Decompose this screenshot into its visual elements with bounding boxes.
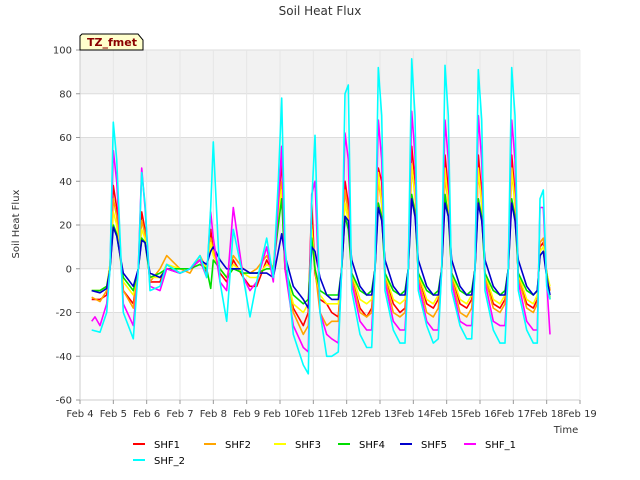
background-band — [80, 356, 580, 400]
legend-label: SHF1 — [154, 440, 180, 451]
x-axis-title: Time — [553, 425, 578, 436]
background-band — [80, 181, 580, 225]
x-tick-label: Feb 16 — [463, 409, 497, 420]
x-tick-label: Feb 14 — [397, 409, 431, 420]
y-axis-title: Soil Heat Flux — [11, 189, 22, 258]
x-tick-label: Feb 13 — [363, 409, 397, 420]
y-tick-label: -40 — [56, 352, 72, 363]
y-tick-label: -20 — [56, 308, 72, 319]
background-band — [80, 137, 580, 182]
soil-heat-flux-chart: -60 -40 -20 0 20 40 60 80 100 Feb 4 Feb 5 Feb 6 Feb … — [0, 0, 640, 480]
y-tick-label: 20 — [59, 221, 72, 232]
legend-label: SHF2 — [225, 440, 251, 451]
x-tick-label: Feb 8 — [200, 409, 227, 420]
background-band — [80, 93, 580, 138]
x-tick-label: Feb 5 — [100, 409, 127, 420]
background-band — [80, 225, 580, 269]
x-tick-label: Feb 11 — [297, 409, 331, 420]
legend-label: SHF5 — [421, 440, 447, 451]
chart-title: Soil Heat Flux — [279, 4, 362, 18]
x-tick-label: Feb 4 — [66, 409, 93, 420]
x-tick-label: Feb 7 — [166, 409, 193, 420]
y-tick-label: 100 — [53, 46, 72, 57]
x-tick-label: Feb 9 — [233, 409, 260, 420]
x-tick-label: Feb 15 — [430, 409, 464, 420]
badge-label: TZ_fmet — [87, 36, 137, 49]
y-tick-label: 80 — [59, 89, 72, 100]
y-tick-label: 40 — [59, 177, 72, 188]
legend-label: SHF3 — [295, 440, 321, 451]
legend-label: SHF_2 — [154, 456, 185, 467]
x-tick-label: Feb 19 — [563, 409, 597, 420]
y-tick-label: -60 — [56, 396, 72, 407]
legend-label: SHF_1 — [485, 440, 516, 451]
background-band — [80, 50, 580, 94]
station-badge: TZ_fmet — [79, 33, 144, 51]
x-tick-label: Feb 10 — [263, 409, 297, 420]
y-tick-label: 60 — [59, 133, 72, 144]
legend-label: SHF4 — [359, 440, 385, 451]
x-tick-label: Feb 18 — [530, 409, 564, 420]
y-tick-label: 0 — [66, 264, 72, 275]
x-tick-label: Feb 6 — [133, 409, 160, 420]
x-tick-label: Feb 17 — [497, 409, 531, 420]
x-tick-label: Feb 12 — [330, 409, 364, 420]
